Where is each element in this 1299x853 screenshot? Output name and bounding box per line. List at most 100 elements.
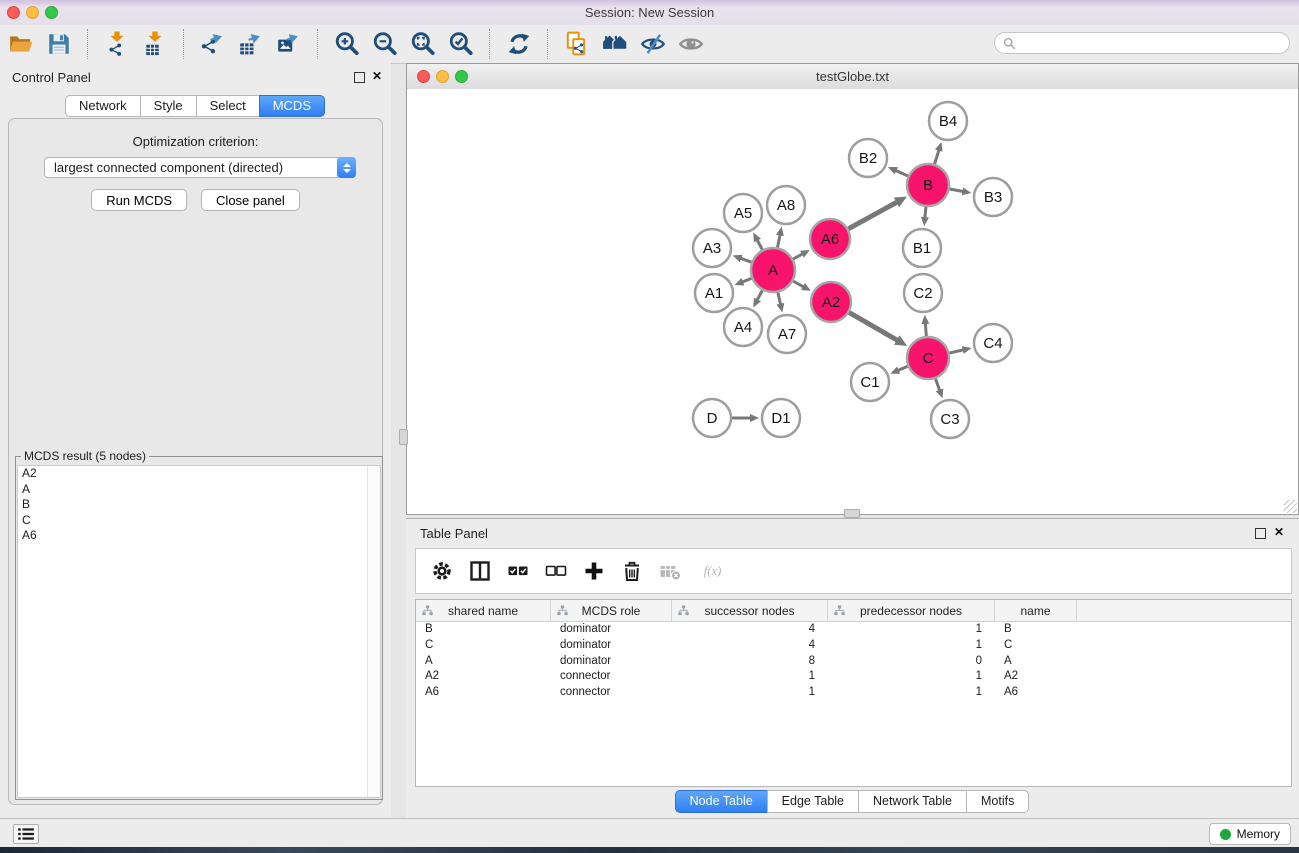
mcds-result-item[interactable]: B <box>18 497 380 513</box>
graph-node-B3[interactable]: B3 <box>974 178 1012 216</box>
graph-node-A4[interactable]: A4 <box>724 308 762 346</box>
show-graphics-details-button[interactable] <box>674 28 708 60</box>
graph-node-A3[interactable]: A3 <box>693 229 731 267</box>
open-session-button[interactable] <box>4 28 38 60</box>
graph-node-C4[interactable]: C4 <box>974 324 1012 362</box>
task-history-button[interactable] <box>13 824 39 844</box>
tab-mcds[interactable]: MCDS <box>259 95 325 117</box>
tab-motifs[interactable]: Motifs <box>966 790 1029 813</box>
close-panel-button[interactable]: Close panel <box>201 189 300 211</box>
graph-edge-arrowhead <box>921 315 929 324</box>
network-canvas[interactable]: A A1 A2 A3 A4 A5 A6 A7 A8 B B1 B2 B3B4 C C1 C2 C3C4 D D1 <box>407 89 1298 514</box>
show-columns-button[interactable] <box>466 554 493 588</box>
graph-edge-A2-C[interactable] <box>849 312 898 341</box>
hide-graphics-details-button[interactable] <box>636 28 670 60</box>
graph-node-A8[interactable]: A8 <box>767 186 805 224</box>
graph-edge-A-A7[interactable] <box>778 292 781 305</box>
graph-node-D1[interactable]: D1 <box>762 399 800 437</box>
graph-edge-C-C3[interactable] <box>935 379 940 392</box>
close-table-panel-icon[interactable] <box>1274 525 1284 539</box>
graph-node-A5[interactable]: A5 <box>724 194 762 232</box>
graph-node-A1[interactable]: A1 <box>695 274 733 312</box>
graph-node-A6[interactable]: A6 <box>810 219 850 259</box>
mcds-result-item[interactable]: A <box>18 482 380 498</box>
tab-style[interactable]: Style <box>140 95 197 117</box>
destroy-table-button <box>656 554 683 588</box>
tab-node-table[interactable]: Node Table <box>675 790 768 813</box>
export-network-button[interactable] <box>196 28 230 60</box>
save-session-button[interactable] <box>42 28 76 60</box>
graph-node-C[interactable]: C <box>907 337 949 379</box>
horizontal-splitter-handle[interactable] <box>844 509 860 518</box>
run-mcds-button[interactable]: Run MCDS <box>91 189 187 211</box>
graph-edge-B-B2[interactable] <box>894 170 907 176</box>
graph-edge-A6-B[interactable] <box>848 201 898 228</box>
zoom-selected-button[interactable] <box>444 28 478 60</box>
table-row[interactable]: Bdominator41B <box>416 622 1291 638</box>
graph-node-C1[interactable]: C1 <box>851 363 889 401</box>
graph-node-B[interactable]: B <box>907 164 949 206</box>
column-header-shared-name[interactable]: shared name <box>416 600 551 621</box>
vertical-splitter-handle[interactable] <box>399 429 408 445</box>
duplicate-network-button[interactable] <box>560 28 594 60</box>
table-cell: connector <box>551 685 672 701</box>
column-header-predecessor-nodes[interactable]: predecessor nodes <box>828 600 995 621</box>
graph-edge-C-C2[interactable] <box>925 322 926 336</box>
graph-node-C3[interactable]: C3 <box>931 400 969 438</box>
optimization-criterion-dropdown[interactable]: largest connected component (directed) <box>44 157 356 178</box>
memory-button[interactable]: Memory <box>1209 823 1291 845</box>
table-settings-button[interactable] <box>428 554 455 588</box>
delete-column-button[interactable] <box>618 554 645 588</box>
graph-node-C2[interactable]: C2 <box>904 274 942 312</box>
mcds-result-item[interactable]: A6 <box>18 528 380 544</box>
zoom-fit-button[interactable] <box>406 28 440 60</box>
graph-node-D[interactable]: D <box>693 399 731 437</box>
graph-node-A[interactable]: A <box>751 248 795 292</box>
add-column-button[interactable] <box>580 554 607 588</box>
tab-select[interactable]: Select <box>196 95 260 117</box>
select-all-rows-button[interactable] <box>504 554 531 588</box>
close-control-panel-icon[interactable] <box>372 69 382 83</box>
table-cell: B <box>416 622 551 638</box>
table-row[interactable]: A2connector11A2 <box>416 669 1291 685</box>
graph-edge-B-B4[interactable] <box>935 149 940 164</box>
column-header-name[interactable]: name <box>995 600 1077 621</box>
mcds-result-scrollbar[interactable] <box>367 466 380 797</box>
import-table-button[interactable] <box>138 28 172 60</box>
table-cell: A <box>416 654 551 670</box>
graph-node-A7[interactable]: A7 <box>768 315 806 353</box>
table-row[interactable]: Adominator80A <box>416 654 1291 670</box>
search-field[interactable] <box>994 32 1290 54</box>
graph-node-B1[interactable]: B1 <box>903 229 941 267</box>
export-table-button[interactable] <box>234 28 268 60</box>
graph-edge-C-C4[interactable] <box>949 350 964 354</box>
tab-edge-table[interactable]: Edge Table <box>767 790 859 813</box>
mcds-result-list[interactable]: A2ABCA6 <box>17 465 381 798</box>
float-table-panel-icon[interactable] <box>1255 528 1266 539</box>
column-header-mcds-role[interactable]: MCDS role <box>551 600 672 621</box>
graph-edge-B-B3[interactable] <box>950 189 965 192</box>
mcds-result-item[interactable]: C <box>18 513 380 529</box>
show-all-panels-button[interactable] <box>598 28 632 60</box>
refresh-layout-button[interactable] <box>502 28 536 60</box>
zoom-out-button[interactable] <box>368 28 402 60</box>
resize-grip-icon[interactable] <box>1284 500 1297 513</box>
deselect-all-rows-button[interactable] <box>542 554 569 588</box>
column-header-successor-nodes[interactable]: successor nodes <box>672 600 828 621</box>
mcds-result-item[interactable]: A2 <box>18 466 380 482</box>
table-row[interactable]: A6connector11A6 <box>416 685 1291 701</box>
graph-node-A2[interactable]: A2 <box>811 282 851 322</box>
zoom-in-button[interactable] <box>330 28 364 60</box>
graph-node-B2[interactable]: B2 <box>849 139 887 177</box>
float-control-panel-icon[interactable] <box>354 72 365 83</box>
graph-node-B4[interactable]: B4 <box>929 102 967 140</box>
export-image-button[interactable] <box>272 28 306 60</box>
graph-edge-arrowhead <box>921 217 929 226</box>
graph-edge-arrowhead <box>776 303 784 313</box>
tab-network-table[interactable]: Network Table <box>858 790 967 813</box>
table-row[interactable]: Cdominator41C <box>416 638 1291 654</box>
graph-edge-A-A8[interactable] <box>778 233 781 247</box>
search-input[interactable] <box>1019 34 1283 54</box>
tab-network[interactable]: Network <box>65 95 141 117</box>
import-network-button[interactable] <box>100 28 134 60</box>
